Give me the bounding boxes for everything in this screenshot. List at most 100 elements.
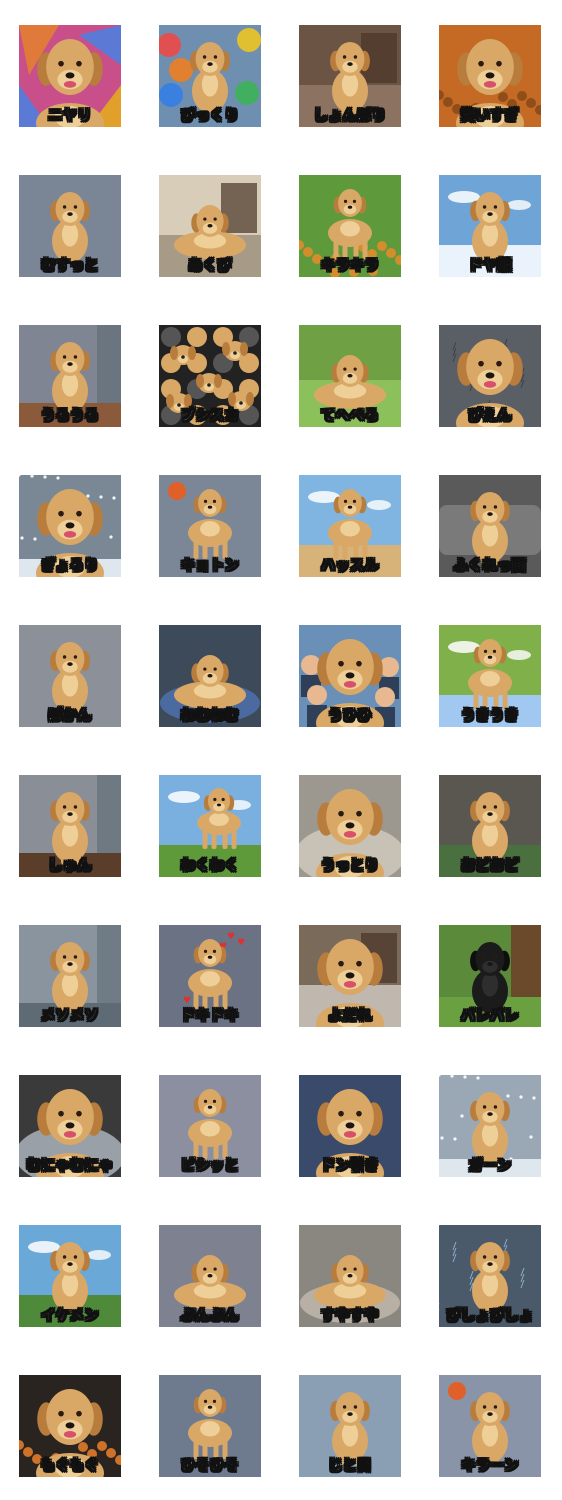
sticker-item[interactable]: イケメン bbox=[19, 1225, 121, 1327]
sticker-item[interactable]: キラキラ bbox=[299, 175, 401, 277]
sticker-caption: キラーン bbox=[461, 1458, 519, 1475]
dog-illustration bbox=[470, 492, 510, 565]
sticker-item[interactable]: バレバレ bbox=[439, 925, 541, 1027]
dog-illustration bbox=[470, 792, 510, 865]
sticker-caption: 笑いすぎ bbox=[461, 108, 519, 125]
dog-illustration bbox=[50, 1242, 90, 1315]
sticker-item[interactable]: てへぺろ bbox=[299, 325, 401, 427]
dog-illustration bbox=[470, 1092, 510, 1165]
svg-text:♥: ♥ bbox=[183, 996, 191, 1006]
dog-illustration bbox=[330, 1392, 370, 1465]
sticker-item[interactable]: ぷんぷん bbox=[159, 1225, 261, 1327]
sticker-item[interactable]: ぴえん bbox=[439, 325, 541, 427]
sticker-item[interactable]: むすっと bbox=[19, 175, 121, 277]
svg-text:♥: ♥ bbox=[227, 932, 235, 942]
sticker-caption: ニヤリ bbox=[48, 108, 92, 125]
dog-illustration bbox=[470, 192, 510, 265]
sticker-caption: キラキラ bbox=[321, 258, 379, 275]
sticker-caption: もぐもぐ bbox=[41, 1458, 99, 1475]
sticker-caption: キョトン bbox=[181, 558, 239, 575]
sticker-item[interactable]: うきうき bbox=[439, 625, 541, 727]
sticker-caption: しょんぼり bbox=[313, 108, 387, 125]
sticker-item[interactable]: おどおど bbox=[439, 775, 541, 877]
dog-illustration bbox=[470, 1392, 510, 1465]
sticker-item[interactable]: しょんぼり bbox=[299, 25, 401, 127]
sticker-item[interactable]: メソメソ bbox=[19, 925, 121, 1027]
sticker-item[interactable]: わくわく bbox=[159, 775, 261, 877]
sticker-caption: うひひ bbox=[328, 708, 372, 725]
sticker-caption: ぷんぷん bbox=[181, 1308, 239, 1325]
sticker-caption: よだれ bbox=[328, 1008, 372, 1025]
sticker-caption: ガーン bbox=[468, 1158, 512, 1175]
dog-illustration bbox=[50, 792, 90, 865]
sticker-caption: ねむねむ bbox=[181, 708, 239, 725]
sticker-caption: ピシッと bbox=[181, 1158, 239, 1175]
sticker-item[interactable]: びっくり bbox=[159, 25, 261, 127]
dog-illustration bbox=[330, 42, 370, 115]
sticker-item[interactable]: うひひ bbox=[299, 625, 401, 727]
sticker-item[interactable]: うっとり bbox=[299, 775, 401, 877]
sticker-item[interactable]: ねむねむ bbox=[159, 625, 261, 727]
sticker-caption: うっとり bbox=[321, 858, 379, 875]
sticker-item[interactable]: ピシッと bbox=[159, 1075, 261, 1177]
svg-text:♥: ♥ bbox=[237, 938, 245, 948]
sticker-caption: ぽかん bbox=[48, 708, 92, 725]
sticker-item[interactable]: ふくれっ面 bbox=[439, 475, 541, 577]
sticker-caption: ハッスル bbox=[321, 558, 379, 575]
sticker-item[interactable]: じと目 bbox=[299, 1375, 401, 1477]
sticker-caption: ドン引き bbox=[321, 1158, 379, 1175]
sticker-caption: ドヤ顔 bbox=[468, 258, 512, 275]
sticker-caption: すやすや bbox=[321, 1308, 379, 1325]
dog-illustration bbox=[50, 192, 90, 265]
sticker-item[interactable]: ハッスル bbox=[299, 475, 401, 577]
sticker-item[interactable]: むにゃむにゃ bbox=[19, 1075, 121, 1177]
sticker-caption: ぎょろり bbox=[41, 558, 99, 575]
sticker-caption: むすっと bbox=[41, 258, 99, 275]
sticker-caption: ぴえん bbox=[468, 408, 512, 425]
sticker-caption: うきうき bbox=[461, 708, 519, 725]
sticker-item[interactable]: もぐもぐ bbox=[19, 1375, 121, 1477]
sticker-item[interactable]: ガーン bbox=[439, 1075, 541, 1177]
sticker-caption: しゅん bbox=[48, 858, 92, 875]
sticker-caption: うるうる bbox=[41, 408, 99, 425]
dog-illustration bbox=[470, 942, 510, 1013]
dog-illustration bbox=[50, 942, 90, 1015]
sticker-caption: イケメン bbox=[41, 1308, 99, 1325]
sticker-item[interactable]: すやすや bbox=[299, 1225, 401, 1327]
sticker-caption: ドキドキ bbox=[181, 1008, 239, 1025]
sticker-item[interactable]: ひそひそ bbox=[159, 1375, 261, 1477]
dog-illustration bbox=[50, 342, 90, 415]
sticker-caption: おどおど bbox=[461, 858, 519, 875]
sticker-caption: てへぺろ bbox=[321, 408, 379, 425]
sticker-caption: ひそひそ bbox=[181, 1458, 239, 1475]
dog-illustration bbox=[190, 42, 230, 115]
sticker-caption: ブシスカ bbox=[181, 408, 239, 425]
sticker-grid: ニヤリ びっくり しょんぼり 笑いすぎむすっと あくび キラキラ ドヤ顔うるうる ブシスカ てへ… bbox=[0, 0, 562, 1500]
sticker-item[interactable]: よだれ bbox=[299, 925, 401, 1027]
sticker-item[interactable]: あくび bbox=[159, 175, 261, 277]
sticker-item[interactable]: しゅん bbox=[19, 775, 121, 877]
sticker-caption: メソメソ bbox=[41, 1008, 99, 1025]
sticker-caption: じと目 bbox=[328, 1458, 372, 1475]
sticker-caption: びっくり bbox=[181, 108, 239, 125]
sticker-item[interactable]: ドン引き bbox=[299, 1075, 401, 1177]
dog-illustration bbox=[50, 642, 90, 715]
sticker-caption: びしょびしょ bbox=[446, 1308, 534, 1325]
sticker-caption: むにゃむにゃ bbox=[26, 1158, 114, 1175]
sticker-item[interactable]: びしょびしょ bbox=[439, 1225, 541, 1327]
sticker-item[interactable]: キラーン bbox=[439, 1375, 541, 1477]
sticker-item[interactable]: うるうる bbox=[19, 325, 121, 427]
sticker-item[interactable]: ♥♥♥♥ドキドキ bbox=[159, 925, 261, 1027]
sticker-caption: バレバレ bbox=[461, 1008, 519, 1025]
sticker-item[interactable]: ブシスカ bbox=[159, 325, 261, 427]
sticker-item[interactable]: ぽかん bbox=[19, 625, 121, 727]
sticker-caption: わくわく bbox=[181, 858, 239, 875]
dog-illustration bbox=[470, 1242, 510, 1315]
sticker-item[interactable]: ぎょろり bbox=[19, 475, 121, 577]
sticker-item[interactable]: キョトン bbox=[159, 475, 261, 577]
sticker-item[interactable]: ニヤリ bbox=[19, 25, 121, 127]
sticker-item[interactable]: ドヤ顔 bbox=[439, 175, 541, 277]
sticker-caption: あくび bbox=[188, 258, 232, 275]
sticker-caption: ふくれっ面 bbox=[453, 558, 527, 575]
sticker-item[interactable]: 笑いすぎ bbox=[439, 25, 541, 127]
